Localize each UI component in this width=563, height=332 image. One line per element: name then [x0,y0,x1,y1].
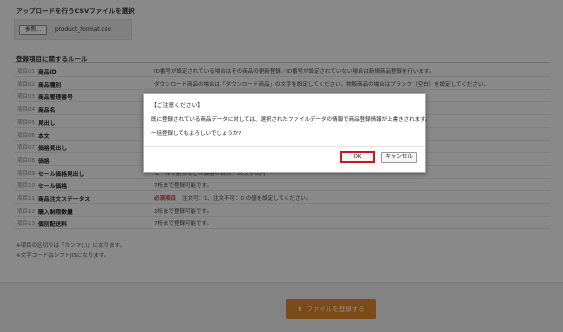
dialog-divider [144,146,425,147]
confirm-dialog: 【ご注意ください】 既に登録されている商品データに対しては、選択されたファイルデ… [143,93,431,173]
ok-button[interactable]: OK [340,151,375,163]
dialog-message: 既に登録されている商品データに対しては、選択されたファイルデータの情報で商品登録… [151,117,431,123]
cancel-button[interactable]: キャンセル [381,152,417,163]
dialog-question: 一括登録してもよろしいでしょうか? [151,131,242,137]
dialog-title: 【ご注意ください】 [151,103,204,109]
